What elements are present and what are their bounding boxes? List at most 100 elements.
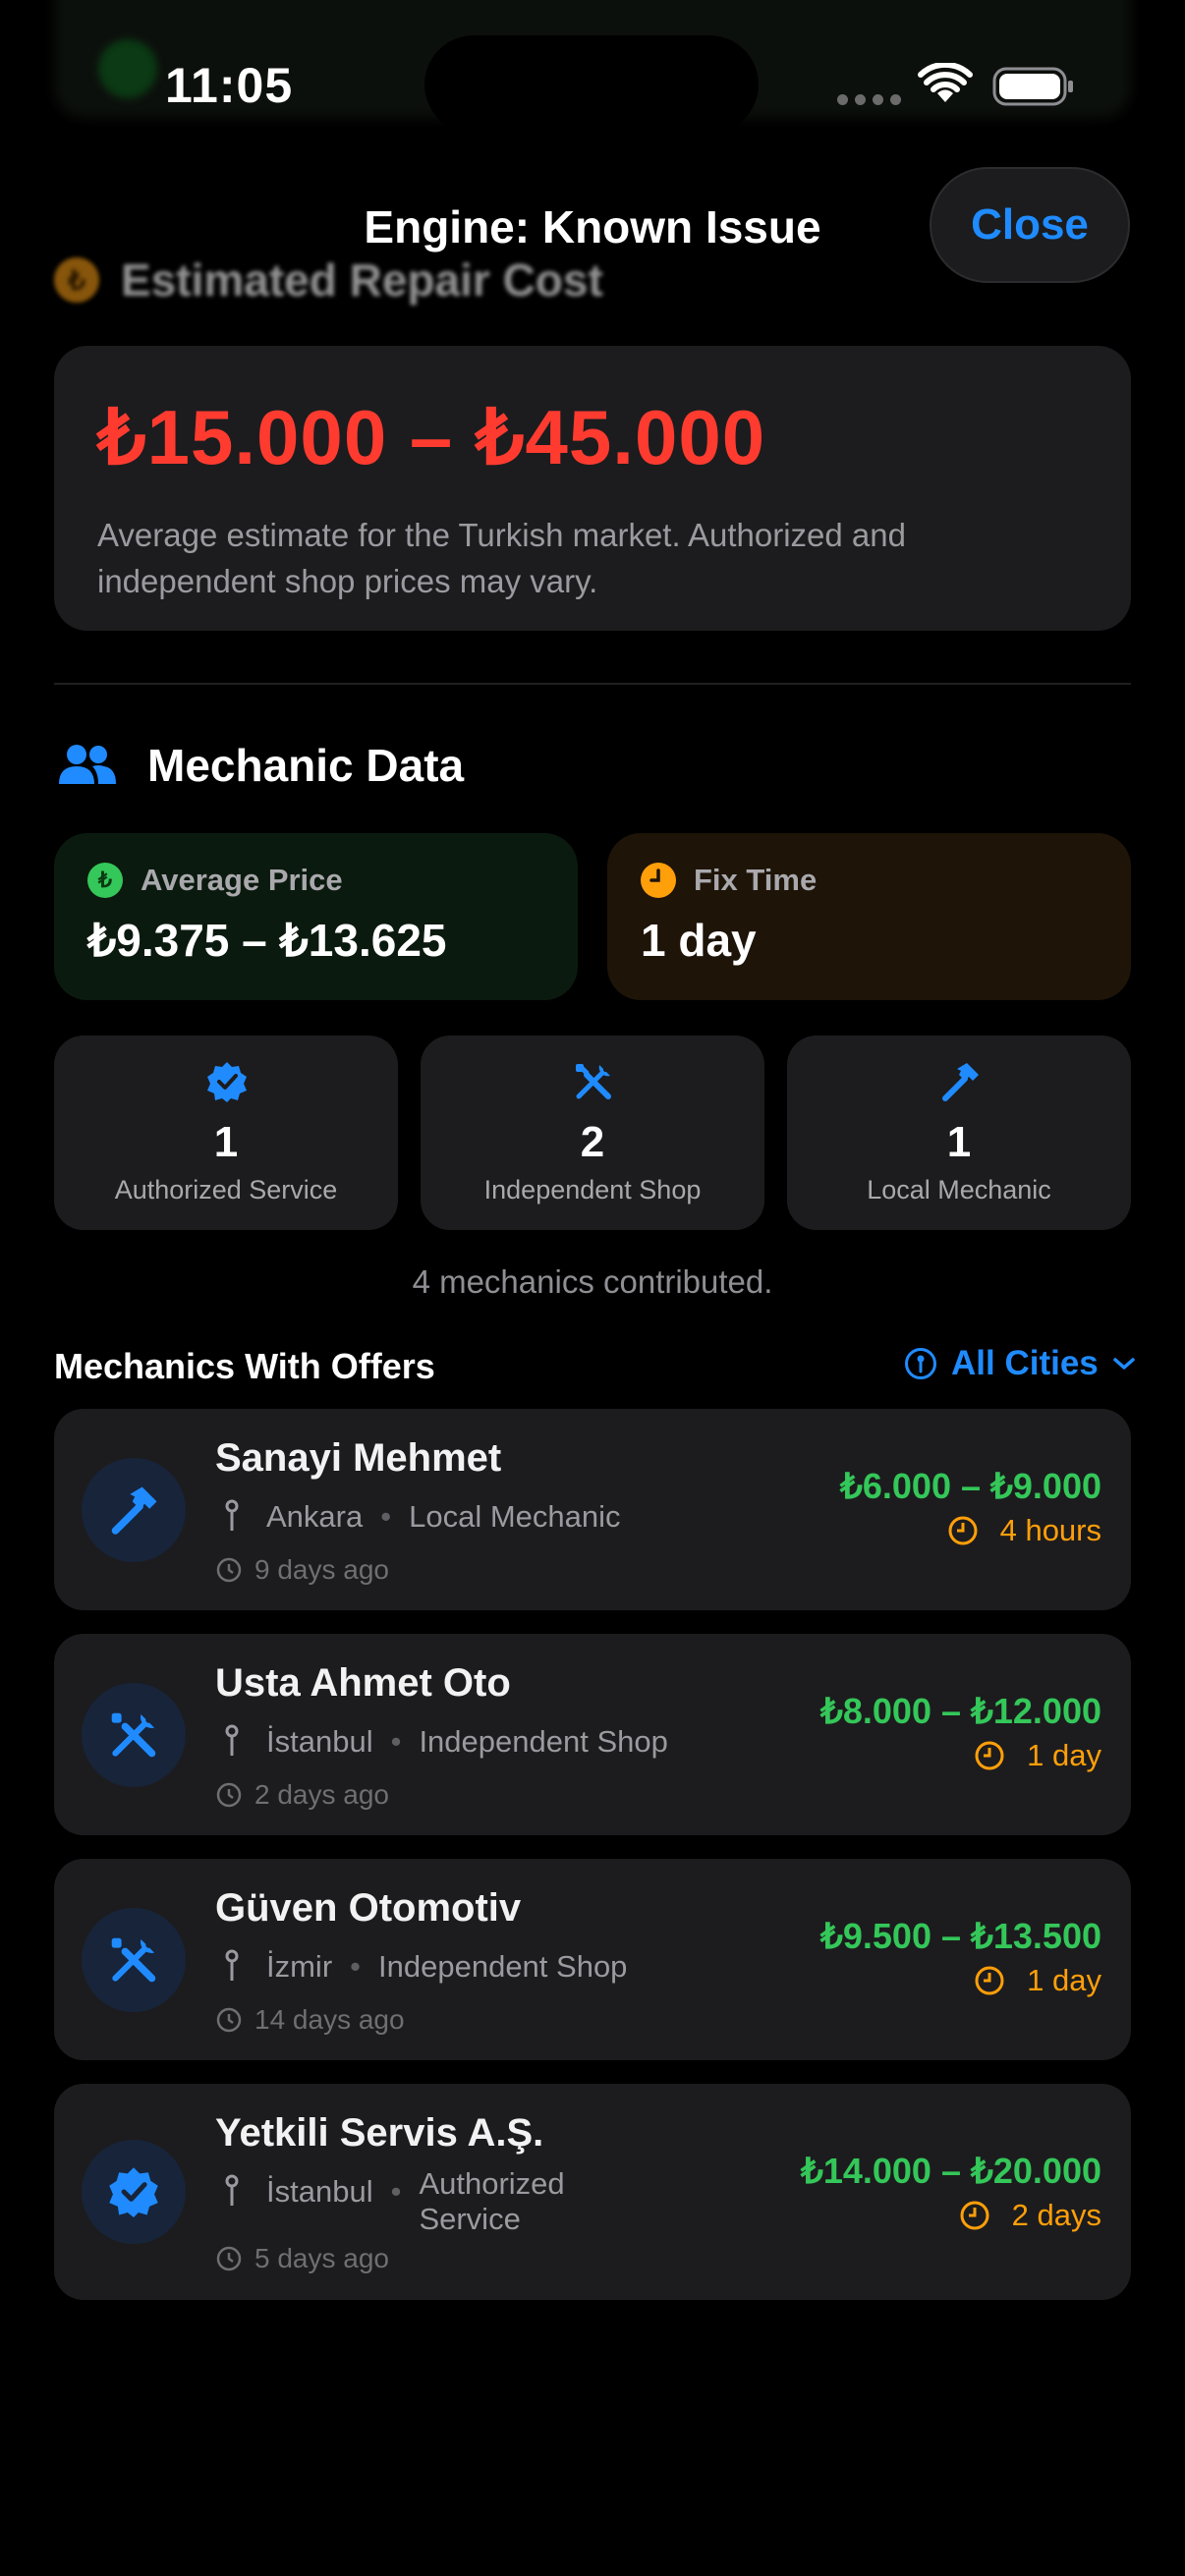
offer-price: ₺14.000 – ₺20.000: [800, 2151, 1101, 2191]
mechanic-data-header: Mechanic Data: [57, 739, 464, 792]
mechanic-city: Ankara: [266, 1499, 364, 1534]
authorized-service-count: 1: [213, 1118, 239, 1166]
offer-time-text: 4 hours: [999, 1513, 1101, 1547]
verified-badge-icon: [207, 1062, 247, 1102]
offer-age: 14 days ago: [215, 2004, 405, 2036]
offer-time-text: 1 day: [1027, 1738, 1101, 1772]
offer-card[interactable]: Güven Otomotiv İzmir • Independent Shop …: [54, 1859, 1131, 2060]
fix-time-value: 1 day: [641, 915, 757, 966]
local-mechanic-count: 1: [946, 1118, 972, 1166]
history-icon: [216, 2246, 242, 2271]
independent-shop-count: 2: [580, 1118, 605, 1166]
map-pin-icon: [225, 1499, 239, 1531]
tools-icon: [576, 1064, 611, 1099]
map-pin-icon: [225, 2174, 239, 2206]
offer-time: 1 day: [974, 1963, 1101, 1998]
mechanic-meta: Ankara • Local Mechanic: [223, 1499, 621, 1535]
city-filter-label: All Cities: [951, 1344, 1099, 1382]
authorized-service-count-card: 1 Authorized Service: [54, 1036, 398, 1230]
local-mechanic-count-card: 1 Local Mechanic: [787, 1036, 1131, 1230]
mechanic-type: Independent Shop: [378, 1949, 628, 1984]
battery-icon: [992, 67, 1073, 106]
city-filter-button[interactable]: All Cities: [904, 1344, 1136, 1383]
mechanic-avatar: [82, 1908, 186, 2012]
mechanic-city: İstanbul: [266, 2174, 373, 2209]
dynamic-island: [424, 35, 759, 134]
estimated-repair-cost-title: Estimated Repair Cost: [121, 254, 603, 306]
average-price-label: Average Price: [141, 863, 343, 897]
lira-coin-icon: ₺: [54, 257, 99, 303]
verified-badge-icon: [109, 2167, 158, 2217]
meta-separator: •: [380, 1499, 392, 1534]
chevron-down-icon: [1113, 1358, 1135, 1370]
mechanic-meta: İzmir • Independent Shop: [223, 1949, 627, 1985]
clock-icon: [641, 863, 676, 898]
offer-age-text: 14 days ago: [254, 2004, 405, 2035]
clock-icon: [975, 1966, 1004, 1995]
authorized-service-label: Authorized Service: [114, 1175, 338, 1204]
status-bar: 11:05: [0, 0, 1185, 138]
mechanic-type: Local Mechanic: [409, 1499, 621, 1534]
local-mechanic-label: Local Mechanic: [867, 1175, 1051, 1204]
offer-age-text: 2 days ago: [254, 1779, 389, 1810]
map-pin-icon: [225, 1724, 239, 1756]
mechanic-name: Yetkili Servis A.Ş.: [215, 2111, 544, 2155]
offer-time: 4 hours: [947, 1513, 1101, 1548]
history-icon: [216, 1557, 242, 1583]
independent-shop-label: Independent Shop: [483, 1175, 702, 1204]
mechanic-type: Authorized Service: [419, 2166, 565, 2236]
offer-card[interactable]: Usta Ahmet Oto İstanbul • Independent Sh…: [54, 1634, 1131, 1835]
tools-icon: [111, 1712, 156, 1758]
offer-age: 9 days ago: [215, 1554, 389, 1586]
hammer-icon: [111, 1486, 157, 1535]
mechanic-meta: İstanbul • Independent Shop: [223, 1724, 668, 1760]
offer-card[interactable]: Sanayi Mehmet Ankara • Local Mechanic 9 …: [54, 1409, 1131, 1610]
mechanic-name: Usta Ahmet Oto: [215, 1661, 511, 1705]
history-icon: [216, 2007, 242, 2033]
repair-cost-range: ₺15.000 – ₺45.000: [97, 394, 766, 480]
offer-age-text: 5 days ago: [254, 2243, 389, 2273]
offer-time-text: 1 day: [1027, 1963, 1101, 1997]
offer-price: ₺9.500 – ₺13.500: [819, 1916, 1101, 1956]
clock-icon: [948, 1516, 978, 1545]
close-button[interactable]: Close: [930, 167, 1130, 283]
mechanic-data-title: Mechanic Data: [147, 740, 465, 791]
mechanic-type: Independent Shop: [419, 1724, 668, 1759]
hammer-icon: [942, 1063, 979, 1101]
meta-separator: •: [390, 1724, 402, 1759]
fix-time-card: Fix Time 1 day: [607, 833, 1131, 1000]
status-time: 11:05: [165, 58, 294, 113]
offer-price: ₺8.000 – ₺12.000: [819, 1691, 1101, 1731]
offer-age: 2 days ago: [215, 1779, 389, 1811]
meta-separator: •: [350, 1949, 362, 1984]
repair-cost-description: Average estimate for the Turkish market.…: [97, 517, 906, 599]
people-icon: [59, 745, 116, 784]
estimated-repair-cost-header: ₺ Estimated Repair Cost: [54, 253, 603, 307]
clock-icon: [960, 2201, 989, 2230]
offer-card[interactable]: Yetkili Servis A.Ş. İstanbul • Authorize…: [54, 2084, 1131, 2300]
mechanic-avatar: [82, 1683, 186, 1787]
location-pin-icon: [905, 1348, 936, 1379]
offer-age: 5 days ago: [215, 2243, 389, 2274]
mechanic-meta: İstanbul • Authorized Service: [223, 2166, 586, 2237]
average-price-value: ₺9.375 – ₺13.625: [87, 915, 447, 966]
lira-coin-icon: ₺: [87, 863, 123, 898]
mechanic-name: Güven Otomotiv: [215, 1886, 522, 1930]
independent-shop-count-card: 2 Independent Shop: [421, 1036, 764, 1230]
map-pin-icon: [225, 1949, 239, 1981]
history-icon: [216, 1782, 242, 1808]
wifi-icon: [918, 63, 973, 102]
mechanic-city: İzmir: [266, 1949, 333, 1984]
fix-time-label: Fix Time: [694, 863, 818, 897]
mechanic-name: Sanayi Mehmet: [215, 1436, 502, 1480]
offer-time: 2 days: [959, 2198, 1101, 2233]
offer-price: ₺6.000 – ₺9.000: [839, 1466, 1101, 1506]
offer-time-text: 2 days: [1011, 2198, 1101, 2232]
average-price-card: ₺ Average Price ₺9.375 – ₺13.625: [54, 833, 578, 1000]
mechanic-avatar: [82, 2140, 186, 2244]
repair-cost-card: ₺15.000 – ₺45.000 Average estimate for t…: [54, 346, 1131, 631]
mechanics-with-offers-title: Mechanics With Offers: [54, 1346, 435, 1386]
meta-separator: •: [390, 2174, 402, 2209]
mechanics-contributed-text: 4 mechanics contributed.: [412, 1263, 773, 1300]
mechanic-city: İstanbul: [266, 1724, 373, 1759]
